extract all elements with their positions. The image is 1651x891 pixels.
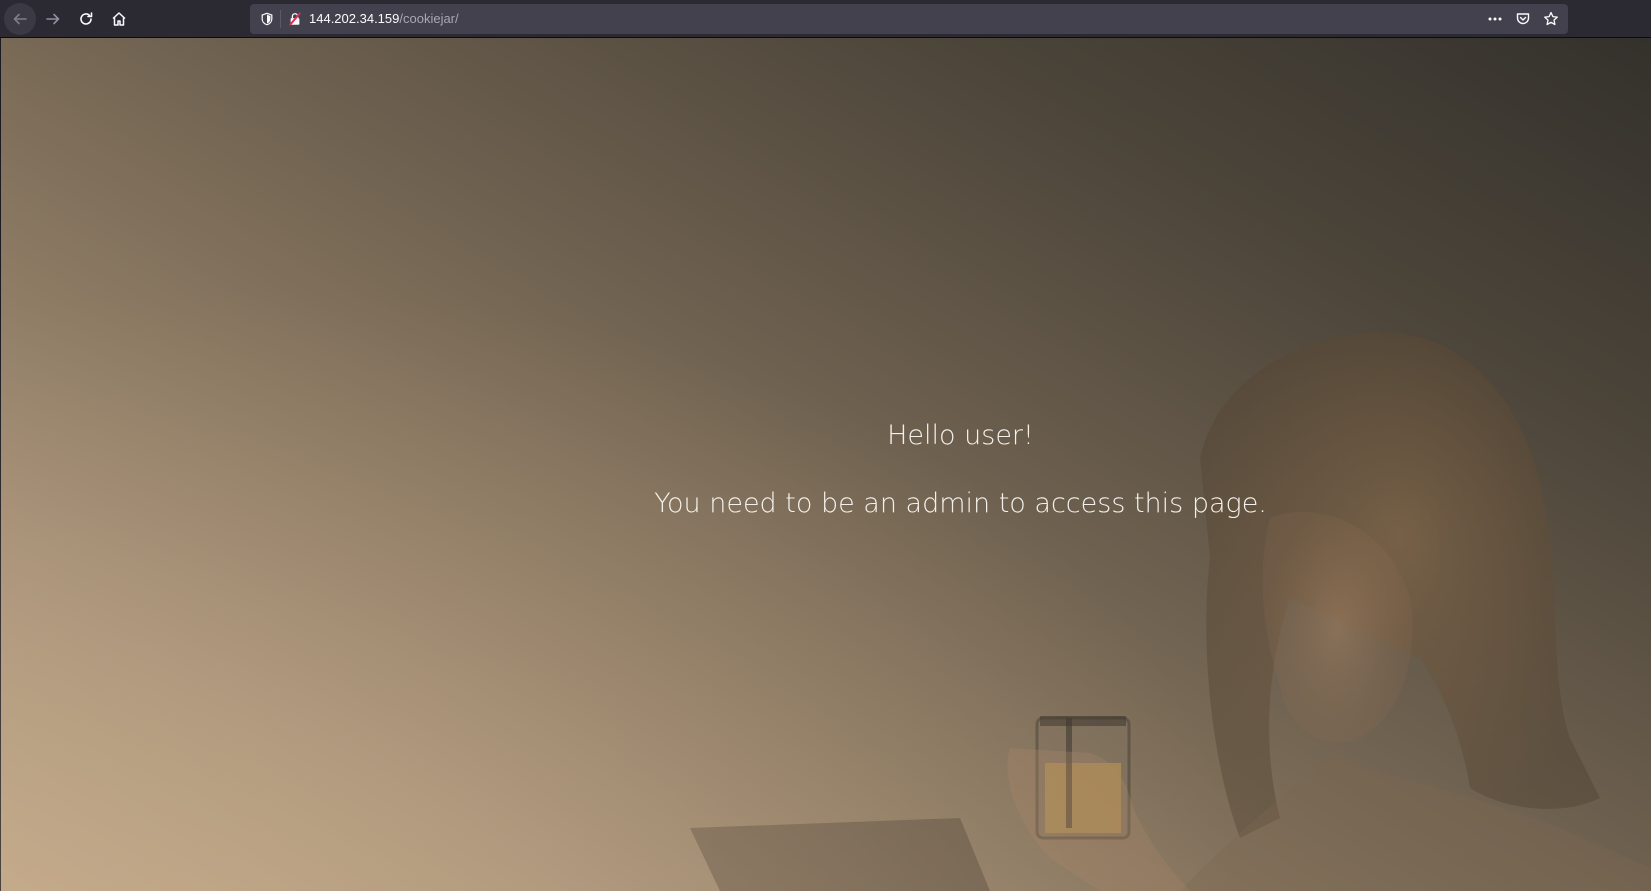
- pocket-icon[interactable]: [1512, 8, 1534, 30]
- forward-button[interactable]: [37, 3, 69, 35]
- page-actions-ellipsis-icon[interactable]: [1484, 8, 1506, 30]
- insecure-connection-lock-icon[interactable]: [285, 9, 305, 29]
- page-left-border: [0, 38, 1, 891]
- url-bar[interactable]: 144.202.34.159/cookiejar/: [250, 4, 1568, 34]
- page-viewport: [0, 38, 1651, 891]
- forward-arrow-icon: [46, 13, 60, 25]
- back-arrow-icon: [13, 13, 27, 25]
- browser-toolbar: 144.202.34.159/cookiejar/: [0, 0, 1651, 38]
- back-button[interactable]: [4, 3, 36, 35]
- url-bar-separator: [280, 10, 281, 28]
- home-icon: [112, 12, 126, 26]
- background-photo-woman-with-juice: [690, 332, 1651, 891]
- tracking-protection-shield-icon[interactable]: [257, 9, 277, 29]
- page-actions: [1484, 8, 1562, 30]
- bookmark-star-icon[interactable]: [1540, 8, 1562, 30]
- greeting-text: Hello user!: [887, 420, 1034, 451]
- reload-icon: [80, 12, 93, 25]
- home-button[interactable]: [103, 3, 135, 35]
- reload-button[interactable]: [70, 3, 102, 35]
- url-host: 144.202.34.159: [309, 11, 400, 26]
- url-path: /cookiejar/: [399, 11, 459, 26]
- url-text[interactable]: 144.202.34.159/cookiejar/: [309, 11, 459, 26]
- admin-required-text: You need to be an admin to access this p…: [654, 488, 1267, 519]
